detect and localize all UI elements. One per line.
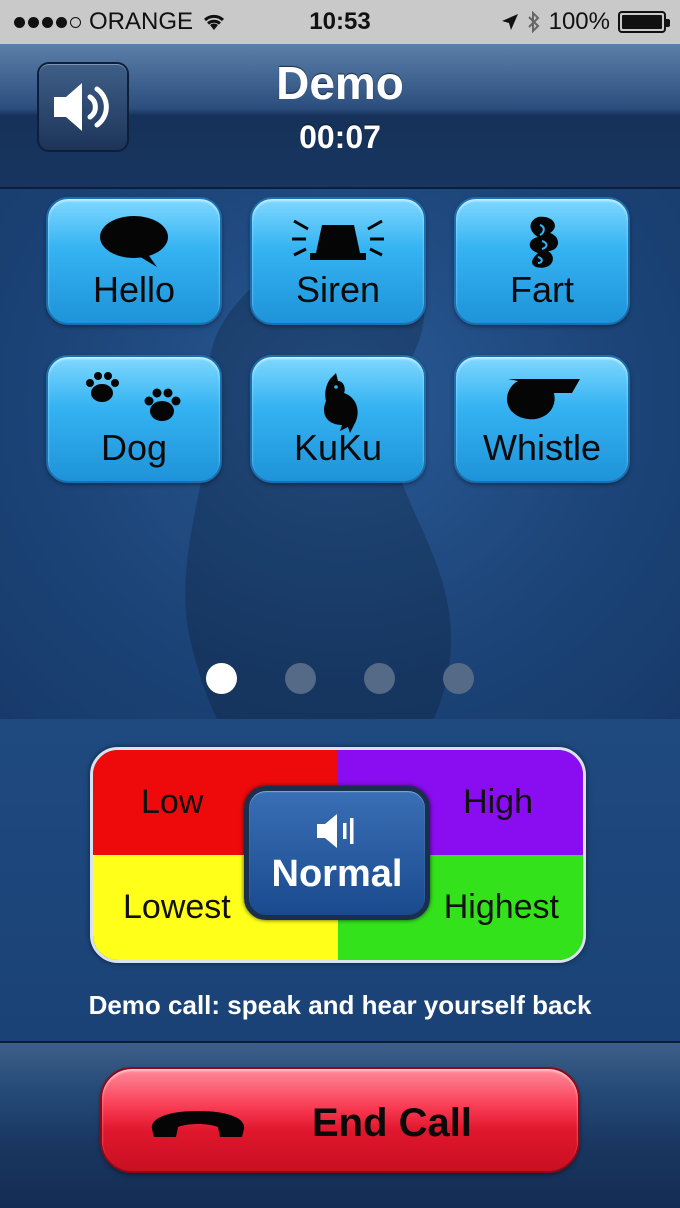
- volume-icon: [317, 813, 354, 848]
- end-call-button[interactable]: End Call: [100, 1067, 580, 1173]
- pitch-normal-button[interactable]: Normal: [244, 786, 430, 920]
- sound-button-whistle[interactable]: Whistle: [454, 355, 630, 483]
- page-indicator: [0, 663, 680, 694]
- call-timer: 00:07: [299, 119, 381, 155]
- sound-button-hello[interactable]: Hello: [46, 197, 222, 325]
- page-dot-1[interactable]: [206, 663, 237, 694]
- status-right: 100%: [501, 8, 670, 36]
- sound-button-fart[interactable]: Fart: [454, 197, 630, 325]
- page-title: Demo: [276, 57, 404, 109]
- call-header: Demo 00:07: [0, 44, 680, 189]
- speech-bubble-icon: [100, 216, 168, 267]
- signal-strength-icon: [14, 16, 81, 28]
- status-bar: ORANGE 10:53 100%: [0, 0, 680, 44]
- sound-label: Whistle: [482, 427, 602, 468]
- battery-percent: 100%: [548, 8, 610, 35]
- demo-message: Demo call: speak and hear yourself back: [88, 990, 592, 1020]
- siren-icon: [292, 219, 384, 260]
- battery-icon: [618, 11, 670, 33]
- pitch-high-label: High: [463, 783, 533, 821]
- end-call-label: End Call: [312, 1101, 473, 1145]
- bluetooth-icon: [527, 11, 540, 33]
- sound-button-dog[interactable]: Dog: [46, 355, 222, 483]
- pitch-lowest-label: Lowest: [123, 888, 231, 926]
- page-dot-2[interactable]: [285, 663, 316, 694]
- sound-label: Hello: [92, 269, 176, 310]
- pitch-low-label: Low: [141, 783, 204, 821]
- carrier-name: ORANGE: [89, 8, 194, 35]
- bird-icon: [323, 373, 358, 433]
- wifi-icon: [203, 14, 225, 30]
- fart-icon: [529, 216, 559, 268]
- sound-label: Fart: [509, 269, 574, 310]
- pitch-normal-label: Normal: [271, 852, 403, 895]
- page-dot-3[interactable]: [364, 663, 395, 694]
- status-left: ORANGE: [14, 8, 227, 36]
- sound-button-kuku[interactable]: KuKu: [250, 355, 426, 483]
- phone-hangup-icon: [151, 1111, 245, 1137]
- sound-effects-area: Hello Siren Fart Dog KuKu Whistle: [0, 189, 680, 840]
- page-dot-4[interactable]: [443, 663, 474, 694]
- pitch-highest-label: Highest: [443, 888, 559, 926]
- location-arrow-icon: [501, 14, 518, 30]
- sound-label: Siren: [295, 269, 381, 310]
- paw-icon: [86, 372, 181, 421]
- sound-label: Dog: [100, 427, 168, 468]
- sound-button-siren[interactable]: Siren: [250, 197, 426, 325]
- whistle-icon: [506, 379, 580, 420]
